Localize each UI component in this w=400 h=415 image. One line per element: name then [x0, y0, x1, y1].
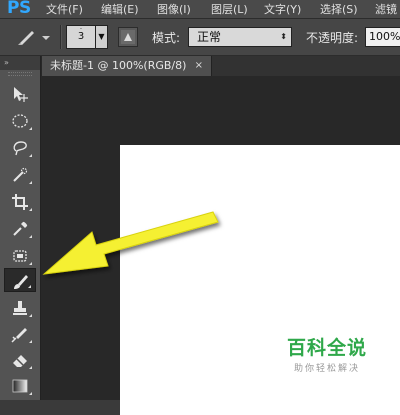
collapse-icon[interactable]: » — [4, 58, 9, 67]
brush-panel-toggle[interactable] — [118, 27, 138, 47]
toolbox-grip[interactable] — [8, 72, 32, 76]
submenu-indicator — [29, 366, 32, 369]
document-tab[interactable]: 未标题-1 @ 100%(RGB/8) × — [42, 56, 212, 76]
menu-select[interactable]: 选择(S) — [320, 1, 358, 17]
brush-size-value: 3 — [77, 31, 85, 42]
brush-preset-icon — [18, 31, 50, 45]
move-tool[interactable] — [4, 82, 36, 106]
watermark-title: 百科全说 — [286, 337, 367, 359]
clone-stamp-tool[interactable] — [4, 296, 36, 320]
eyedropper-icon — [13, 221, 28, 236]
document-canvas[interactable] — [120, 145, 400, 415]
options-bar: · 3 ▼ 模式: 正常 ⬍ 不透明度: 100% — [0, 18, 400, 56]
brush-size-dropdown[interactable]: ▼ — [96, 25, 108, 49]
eraser-tool[interactable] — [4, 348, 36, 372]
move-icon — [14, 87, 28, 102]
history-brush-tool[interactable] — [4, 322, 36, 346]
brush-panel-icon — [121, 30, 135, 44]
gradient-tool[interactable] — [4, 374, 36, 398]
menu-image[interactable]: 图像(I) — [157, 1, 191, 17]
eraser-icon — [13, 355, 27, 367]
elliptical-marquee-icon — [12, 114, 28, 128]
menu-bar: PS 文件(F) 编辑(E) 图像(I) 图层(L) 文字(Y) 选择(S) 滤… — [0, 0, 400, 18]
crop-tool[interactable] — [4, 190, 36, 214]
chevron-down-icon: ▼ — [98, 32, 105, 41]
opacity-value: 100% — [369, 30, 400, 43]
toolbox-header[interactable]: » — [0, 56, 40, 70]
updown-arrow-icon: ⬍ — [280, 32, 287, 41]
document-tab-title: 未标题-1 @ 100%(RGB/8) — [50, 59, 187, 72]
submenu-indicator — [29, 181, 32, 184]
menu-filter[interactable]: 滤镜 — [375, 1, 397, 17]
menu-edit[interactable]: 编辑(E) — [101, 1, 139, 17]
options-separator — [60, 25, 62, 49]
brush-tool[interactable] — [4, 268, 36, 292]
blend-mode-select[interactable]: 正常 ⬍ — [188, 27, 292, 47]
submenu-indicator — [29, 208, 32, 211]
lasso-tool[interactable] — [4, 136, 36, 160]
lasso-icon — [13, 141, 27, 156]
blend-mode-value: 正常 — [197, 30, 222, 44]
menu-layer[interactable]: 图层(L) — [211, 1, 248, 17]
watermark: 百科全说 助你轻松解决 — [282, 333, 372, 374]
submenu-indicator — [29, 235, 32, 238]
history-brush-icon — [11, 328, 27, 343]
submenu-indicator — [29, 392, 32, 395]
brush-size-field[interactable]: · 3 — [66, 25, 96, 49]
crop-icon — [12, 194, 28, 210]
tool-preset-picker[interactable] — [14, 27, 58, 47]
app-logo: PS — [7, 0, 31, 18]
submenu-indicator — [29, 340, 32, 343]
watermark-subtitle: 助你轻松解决 — [293, 364, 360, 374]
quick-selection-tool[interactable] — [4, 163, 36, 187]
healing-brush-tool[interactable] — [4, 244, 36, 268]
toolbox: » — [0, 56, 41, 400]
submenu-indicator — [29, 154, 32, 157]
submenu-indicator — [29, 127, 32, 130]
menu-type[interactable]: 文字(Y) — [264, 1, 301, 17]
healing-brush-icon — [13, 250, 27, 262]
clone-stamp-icon — [13, 301, 27, 315]
submenu-indicator — [28, 285, 31, 288]
eyedropper-tool[interactable] — [4, 217, 36, 241]
close-icon[interactable]: × — [195, 56, 203, 76]
submenu-indicator — [29, 262, 32, 265]
submenu-indicator — [29, 314, 32, 317]
quick-selection-icon — [13, 167, 28, 182]
menu-file[interactable]: 文件(F) — [46, 1, 83, 17]
opacity-label: 不透明度: — [306, 31, 359, 45]
opacity-field[interactable]: 100% — [365, 27, 400, 47]
mode-label: 模式: — [152, 31, 181, 45]
gradient-icon — [12, 379, 28, 393]
marquee-tool[interactable] — [4, 109, 36, 133]
